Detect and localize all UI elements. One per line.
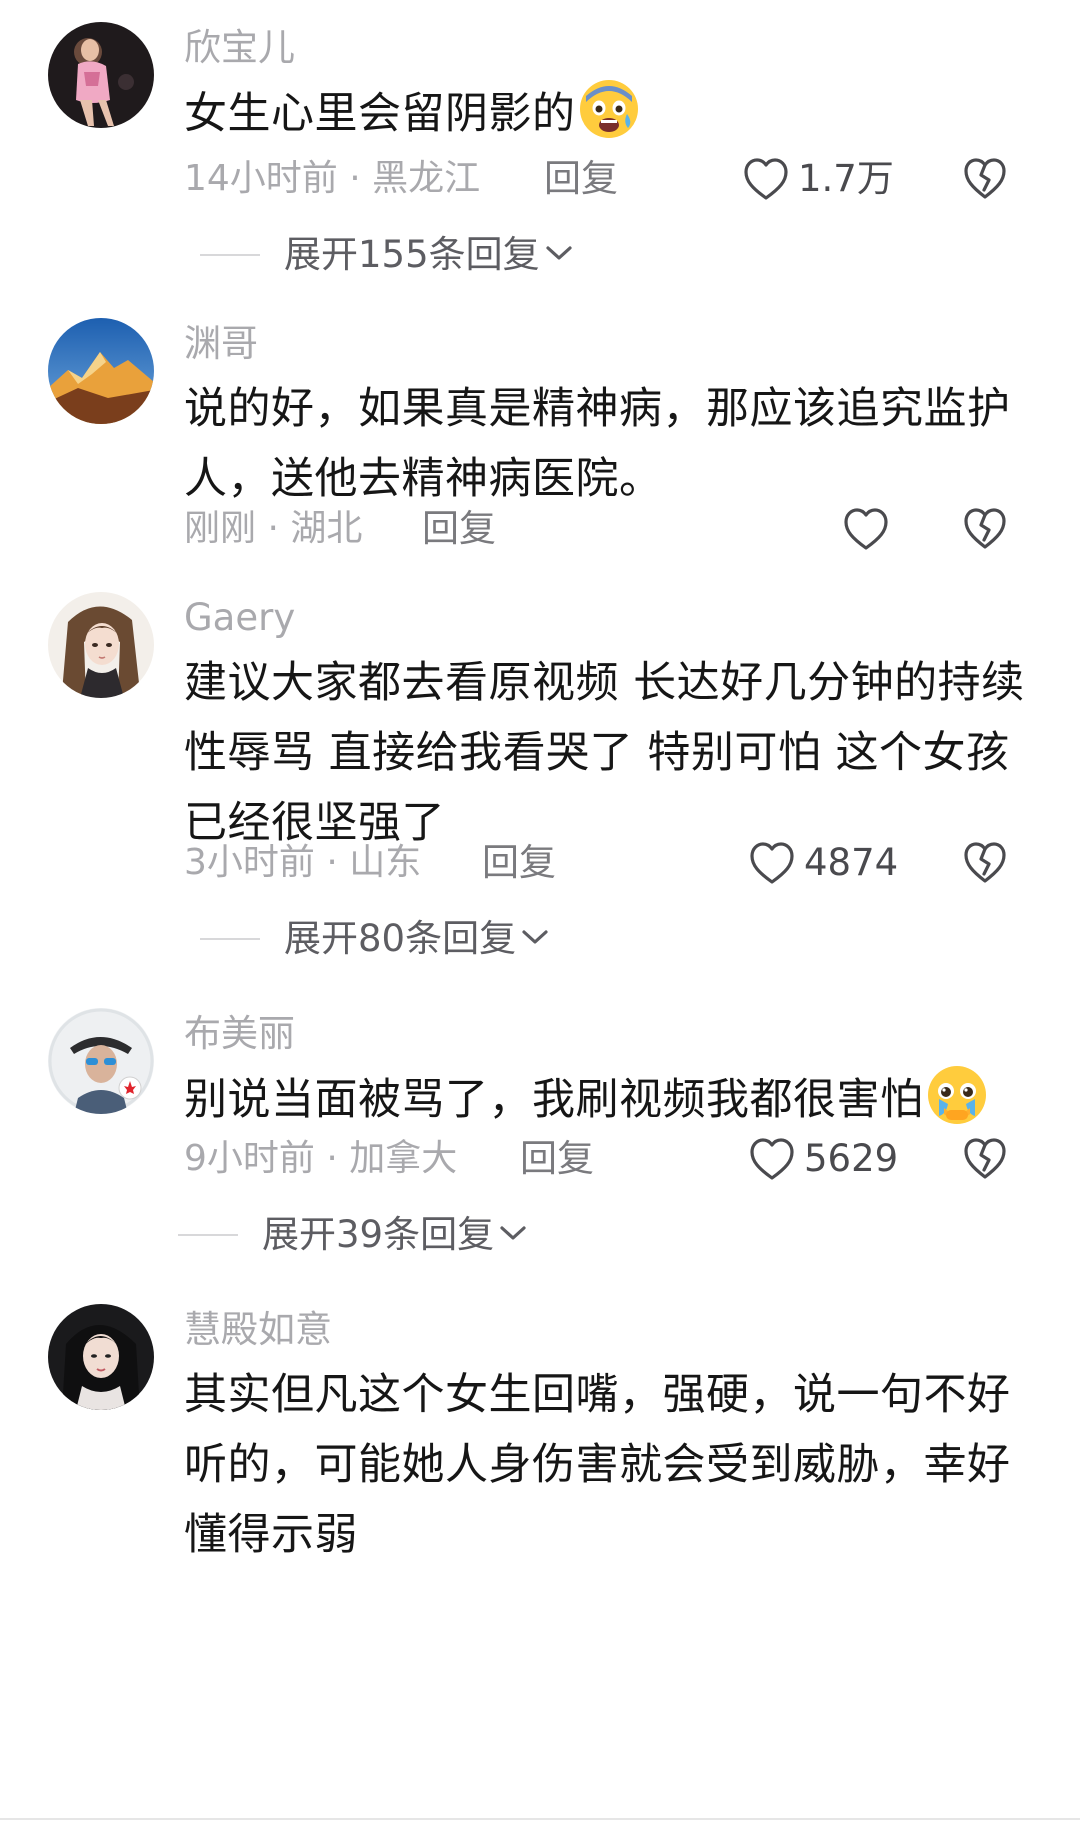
reply-button[interactable]: 回复 <box>544 154 618 204</box>
comment-list: 欣宝儿 女生心里会留阴影的 14小时前 · 黑龙江 回复 1.7万 展开155条… <box>0 0 1080 1830</box>
heart-outline-icon <box>750 842 794 884</box>
avatar[interactable] <box>48 318 154 424</box>
comment-meta: 14小时前 · 黑龙江 回复 1.7万 <box>184 154 1024 204</box>
divider <box>178 1234 238 1236</box>
avatar[interactable] <box>48 592 154 698</box>
time-location: 3小时前 · 山东 <box>184 842 422 883</box>
username[interactable]: 渊哥 <box>184 320 258 368</box>
broken-heart-outline-icon[interactable] <box>962 840 1008 886</box>
comment-meta: 刚刚 · 湖北 回复 <box>184 504 1024 554</box>
avatar[interactable] <box>48 22 154 128</box>
fearful-face-emoji <box>578 78 640 140</box>
chevron-down-icon <box>546 246 572 260</box>
username[interactable]: 布美丽 <box>184 1010 295 1058</box>
avatar[interactable] <box>48 1304 154 1410</box>
chevron-down-icon <box>500 1226 526 1240</box>
expand-label: 展开39条回复 <box>262 1213 495 1256</box>
comment-text: 建议大家都去看原视频 长达好几分钟的持续性辱骂 直接给我看哭了 特别可怕 这个女… <box>184 658 1025 848</box>
username[interactable]: Gaery <box>184 594 295 642</box>
comment-body: 女生心里会留阴影的 <box>184 89 576 139</box>
divider <box>0 1818 1080 1820</box>
username[interactable]: 欣宝儿 <box>184 24 295 72</box>
time-location: 14小时前 · 黑龙江 <box>184 158 481 199</box>
broken-heart-outline-icon[interactable] <box>962 1136 1008 1182</box>
broken-heart-outline-icon[interactable] <box>962 506 1008 552</box>
broken-heart-outline-icon[interactable] <box>962 156 1008 202</box>
heart-outline-icon <box>750 1138 794 1180</box>
comment-text: 女生心里会留阴影的 <box>184 78 1034 149</box>
reply-button[interactable]: 回复 <box>520 1134 594 1184</box>
like-count: 5629 <box>804 1137 899 1180</box>
comment-meta: 9小时前 · 加拿大 回复 5629 <box>184 1134 1024 1184</box>
time-location: 刚刚 · 湖北 <box>184 508 363 549</box>
divider <box>200 254 260 256</box>
comment-text: 其实但凡这个女生回嘴，强硬，说一句不好听的，可能她人身伤害就会受到威胁，幸好懂得… <box>184 1370 1011 1560</box>
username[interactable]: 慧殿如意 <box>184 1306 332 1354</box>
reply-button[interactable]: 回复 <box>482 838 556 888</box>
like-count: 1.7万 <box>798 157 894 200</box>
expand-label: 展开80条回复 <box>284 917 517 960</box>
expand-label: 展开155条回复 <box>284 233 540 276</box>
chevron-down-icon <box>522 930 548 944</box>
comment-text: 说的好，如果真是精神病，那应该追究监护人，送他去精神病医院。 <box>184 384 1011 504</box>
comment-text: 别说当面被骂了，我刷视频我都很害怕 <box>184 1064 1034 1135</box>
divider <box>200 938 260 940</box>
heart-outline-icon <box>744 158 788 200</box>
comment-meta: 3小时前 · 山东 回复 4874 <box>184 838 1024 888</box>
comment-body: 别说当面被骂了，我刷视频我都很害怕 <box>184 1075 924 1125</box>
time-location: 9小时前 · 加拿大 <box>184 1138 458 1179</box>
like-count: 4874 <box>804 841 899 884</box>
heart-outline-icon <box>844 508 888 550</box>
avatar[interactable] <box>48 1008 154 1114</box>
reply-button[interactable]: 回复 <box>422 504 496 554</box>
pleading-crying-face-emoji <box>926 1064 988 1126</box>
